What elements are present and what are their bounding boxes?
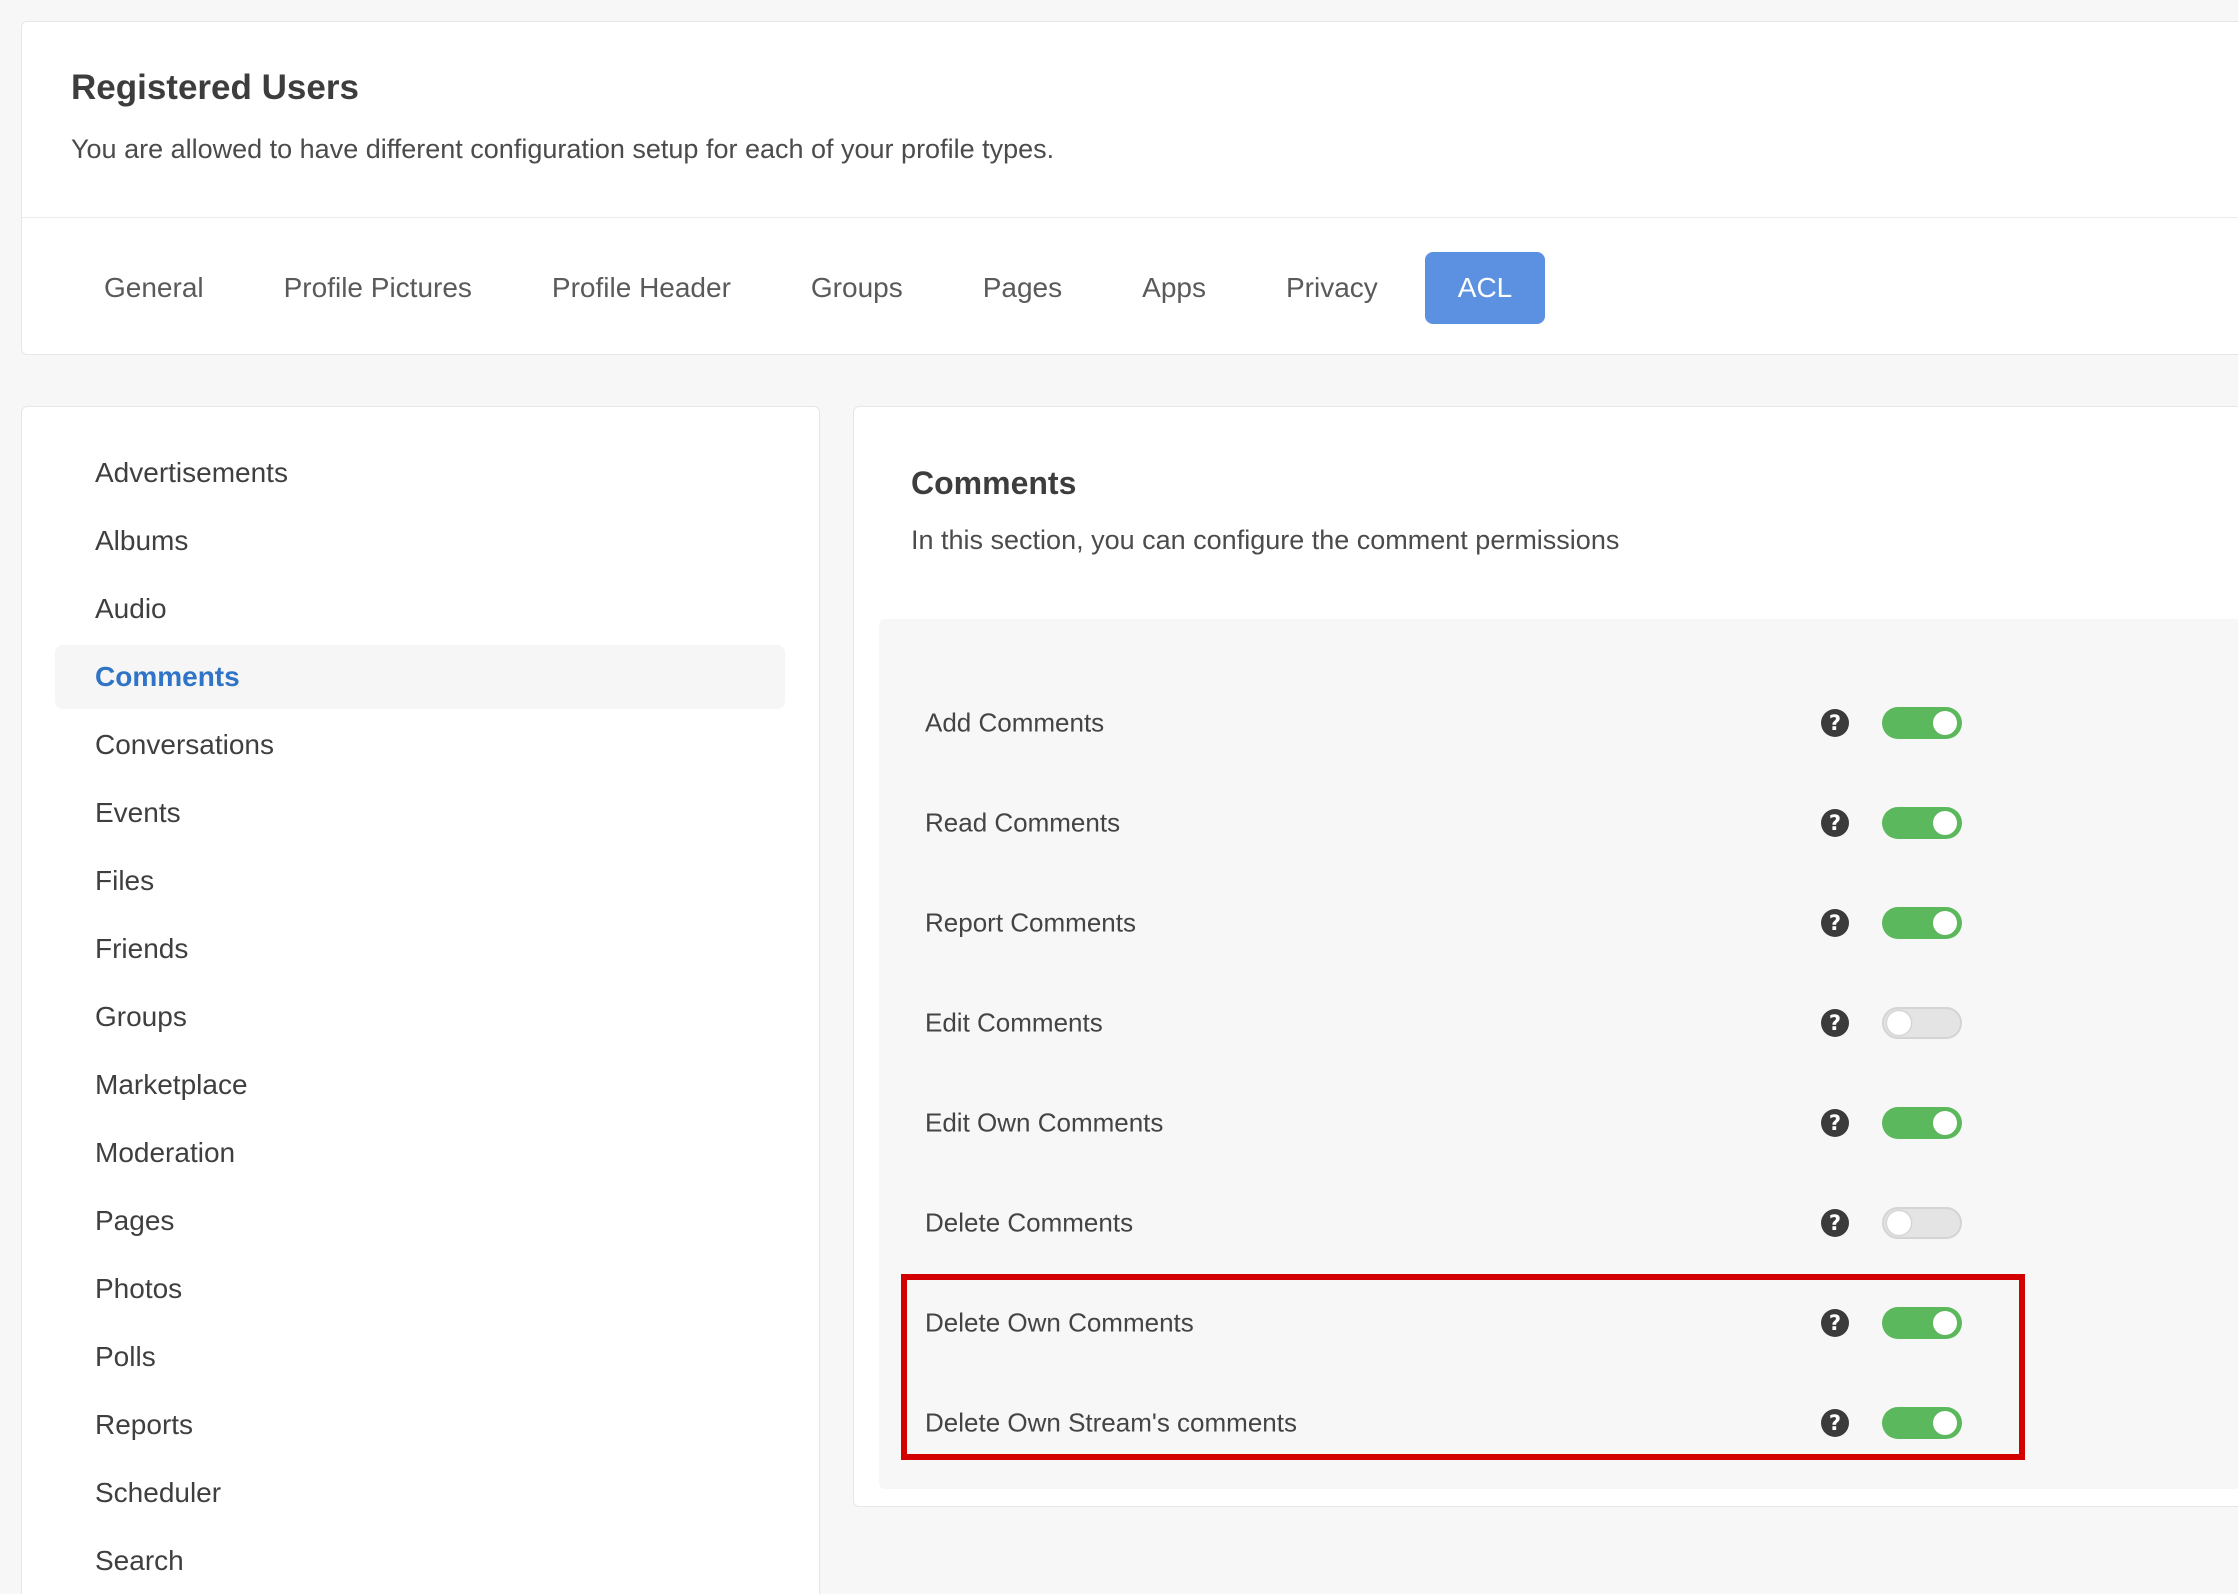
profile-type-header: Registered Users You are allowed to have…	[21, 21, 2238, 355]
toggle-add-comments[interactable]	[1882, 707, 1962, 739]
help-icon[interactable]: ?	[1821, 909, 1849, 937]
setting-label: Read Comments	[925, 807, 1121, 838]
sidebar-item-conversations[interactable]: Conversations	[55, 713, 785, 777]
sidebar-item-comments[interactable]: Comments	[55, 645, 785, 709]
sidebar-item-albums[interactable]: Albums	[55, 509, 785, 573]
help-icon[interactable]: ?	[1821, 809, 1849, 837]
help-icon[interactable]: ?	[1821, 709, 1849, 737]
toggle-delete-own-comments[interactable]	[1882, 1307, 1962, 1339]
page-subtitle: You are allowed to have different config…	[71, 134, 1055, 164]
tab-pages[interactable]: Pages	[950, 252, 1095, 324]
help-icon[interactable]: ?	[1821, 1209, 1849, 1237]
sidebar-item-polls[interactable]: Polls	[55, 1325, 785, 1389]
help-icon[interactable]: ?	[1821, 1009, 1849, 1037]
header-top: Registered Users You are allowed to have…	[22, 22, 2238, 218]
sidebar-item-marketplace[interactable]: Marketplace	[55, 1053, 785, 1117]
toggle-read-comments[interactable]	[1882, 807, 1962, 839]
help-icon[interactable]: ?	[1821, 1409, 1849, 1437]
setting-row-report-comments: Report Comments ?	[879, 873, 2079, 973]
settings-list: Add Comments ? Read Comments ? Report Co…	[879, 619, 2238, 1489]
sidebar-item-scheduler[interactable]: Scheduler	[55, 1461, 785, 1525]
sidebar-list: Advertisements Albums Audio Comments Con…	[55, 441, 785, 1594]
comments-settings-panel: Comments In this section, you can config…	[853, 406, 2238, 1507]
tab-acl[interactable]: ACL	[1424, 252, 1546, 324]
tab-profile-pictures[interactable]: Profile Pictures	[251, 252, 505, 324]
toggle-knob	[1933, 1411, 1957, 1435]
sidebar-item-advertisements[interactable]: Advertisements	[55, 441, 785, 505]
tab-privacy[interactable]: Privacy	[1253, 252, 1411, 324]
sidebar-item-groups[interactable]: Groups	[55, 985, 785, 1049]
tab-profile-header[interactable]: Profile Header	[519, 252, 764, 324]
section-description: In this section, you can configure the c…	[911, 525, 1620, 555]
sidebar-item-search[interactable]: Search	[55, 1529, 785, 1593]
acl-sidebar: Advertisements Albums Audio Comments Con…	[21, 406, 820, 1594]
setting-row-delete-comments: Delete Comments ?	[879, 1173, 2079, 1273]
setting-label: Report Comments	[925, 907, 1136, 938]
setting-label: Delete Own Stream's comments	[925, 1407, 1297, 1438]
page: Registered Users You are allowed to have…	[0, 0, 2238, 1594]
help-icon[interactable]: ?	[1821, 1309, 1849, 1337]
toggle-report-comments[interactable]	[1882, 907, 1962, 939]
toggle-knob	[1887, 1211, 1911, 1235]
tab-apps[interactable]: Apps	[1109, 252, 1239, 324]
section-title: Comments	[911, 465, 1077, 501]
sidebar-item-reports[interactable]: Reports	[55, 1393, 785, 1457]
toggle-knob	[1933, 811, 1957, 835]
setting-label: Delete Own Comments	[925, 1307, 1194, 1338]
sidebar-item-pages[interactable]: Pages	[55, 1189, 785, 1253]
sidebar-item-events[interactable]: Events	[55, 781, 785, 845]
toggle-knob	[1933, 911, 1957, 935]
sidebar-item-friends[interactable]: Friends	[55, 917, 785, 981]
sidebar-item-audio[interactable]: Audio	[55, 577, 785, 641]
setting-row-edit-own-comments: Edit Own Comments ?	[879, 1073, 2079, 1173]
setting-row-add-comments: Add Comments ?	[879, 673, 2079, 773]
toggle-knob	[1933, 711, 1957, 735]
sidebar-item-files[interactable]: Files	[55, 849, 785, 913]
setting-label: Edit Own Comments	[925, 1107, 1164, 1138]
setting-row-read-comments: Read Comments ?	[879, 773, 2079, 873]
setting-row-delete-own-comments: Delete Own Comments ?	[879, 1273, 2079, 1373]
toggle-knob	[1933, 1111, 1957, 1135]
page-title: Registered Users	[71, 68, 359, 107]
tab-general[interactable]: General	[71, 252, 237, 324]
toggle-edit-own-comments[interactable]	[1882, 1107, 1962, 1139]
setting-label: Add Comments	[925, 707, 1105, 738]
tab-groups[interactable]: Groups	[778, 252, 936, 324]
toggle-delete-comments[interactable]	[1882, 1207, 1962, 1239]
toggle-knob	[1887, 1011, 1911, 1035]
tab-bar: General Profile Pictures Profile Header …	[71, 252, 1559, 324]
toggle-delete-own-stream-comments[interactable]	[1882, 1407, 1962, 1439]
sidebar-item-moderation[interactable]: Moderation	[55, 1121, 785, 1185]
setting-label: Delete Comments	[925, 1207, 1134, 1238]
setting-row-delete-own-stream-comments: Delete Own Stream's comments ?	[879, 1373, 2079, 1473]
sidebar-item-photos[interactable]: Photos	[55, 1257, 785, 1321]
toggle-edit-comments[interactable]	[1882, 1007, 1962, 1039]
setting-label: Edit Comments	[925, 1007, 1103, 1038]
toggle-knob	[1933, 1311, 1957, 1335]
help-icon[interactable]: ?	[1821, 1109, 1849, 1137]
setting-row-edit-comments: Edit Comments ?	[879, 973, 2079, 1073]
